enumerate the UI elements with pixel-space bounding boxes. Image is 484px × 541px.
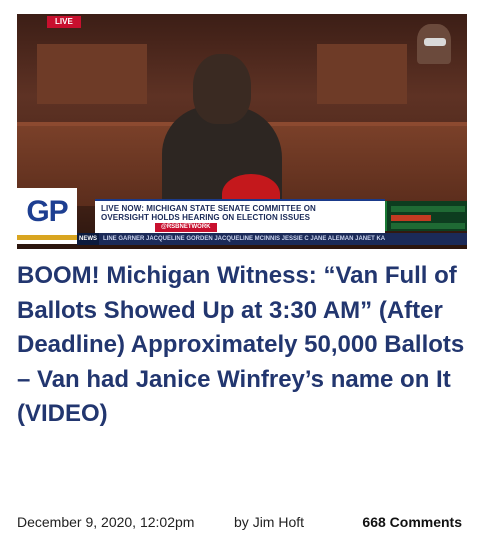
market-row xyxy=(391,215,431,221)
article-hero-image[interactable]: LIVE LIVE NOW: MICHIGAN STATE SENATE COM… xyxy=(17,14,467,249)
publish-date: December 9, 2020, 12:02pm xyxy=(17,514,195,530)
site-logo[interactable]: GP xyxy=(17,188,77,244)
news-lower-third: LIVE NOW: MICHIGAN STATE SENATE COMMITTE… xyxy=(95,199,385,233)
market-row xyxy=(391,223,465,229)
article-meta: December 9, 2020, 12:02pm by Jim Hoft 66… xyxy=(17,512,472,532)
live-badge: LIVE xyxy=(47,16,81,28)
logo-stripe xyxy=(17,235,77,240)
comments-link[interactable]: 668 Comments xyxy=(362,512,462,532)
ticker-text: LINE GARNER JACQUELINE GORDEN JACQUELINE… xyxy=(103,236,386,242)
names-ticker: LINE GARNER JACQUELINE GORDEN JACQUELINE… xyxy=(77,233,467,245)
wall-panel xyxy=(317,44,407,104)
byline-prefix: by xyxy=(234,514,253,530)
network-handle: @RSBNETWORK xyxy=(155,223,217,232)
face-mask xyxy=(424,38,446,46)
article-title[interactable]: BOOM! Michigan Witness: “Van Full of Bal… xyxy=(17,259,472,432)
article-card: LIVE LIVE NOW: MICHIGAN STATE SENATE COM… xyxy=(0,0,484,541)
wall-panel xyxy=(37,44,147,104)
witness-head xyxy=(193,54,251,124)
author-link[interactable]: Jim Hoft xyxy=(253,514,304,530)
market-row xyxy=(391,206,465,212)
news-tag: NEWS xyxy=(77,233,99,245)
logo-text: GP xyxy=(26,195,68,228)
lower-third-line-1: LIVE NOW: MICHIGAN STATE SENATE COMMITTE… xyxy=(101,204,316,213)
lower-third-line-2: OVERSIGHT HOLDS HEARING ON ELECTION ISSU… xyxy=(101,213,311,222)
byline: by Jim Hoft xyxy=(234,512,304,532)
market-ticker-box xyxy=(385,201,467,231)
